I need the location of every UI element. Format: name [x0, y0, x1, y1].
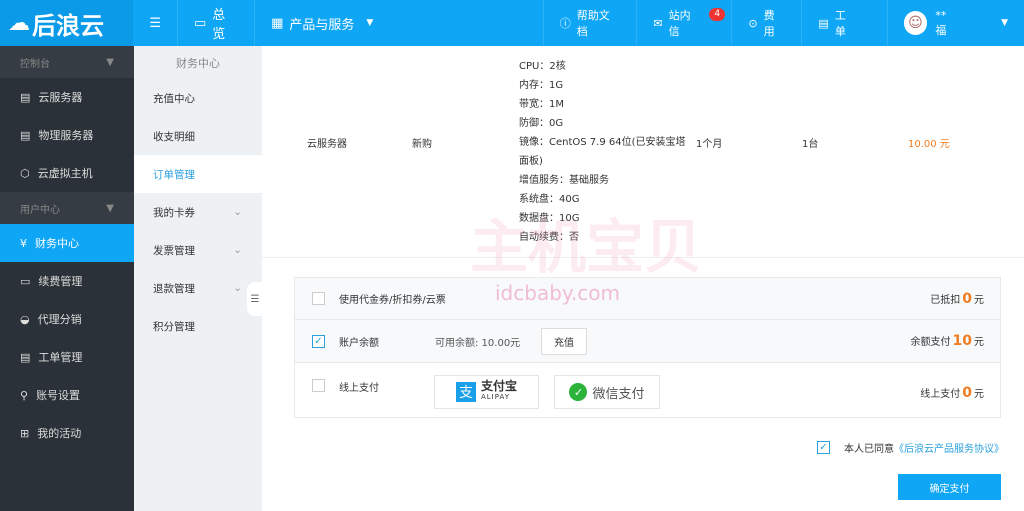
- chevron-down-icon: ⌄: [233, 282, 242, 294]
- finance-submenu: 财务中心 充值中心 收支明细 订单管理 我的卡券 ⌄ 发票管理 ⌄ 退款管理 ⌄ 积分…: [134, 46, 262, 511]
- sidebar-item-tickets[interactable]: ▤ 工单管理: [0, 338, 134, 376]
- balance-checkbox[interactable]: ✓: [312, 334, 325, 348]
- wechat-icon: ✓: [569, 383, 588, 401]
- chevron-down-icon: ⌄: [233, 244, 242, 256]
- caret-down-icon: ▼: [366, 18, 374, 28]
- balance-row: ✓ 账户余额 可用余额: 10.00元 充值 余额支付 10 元: [295, 320, 1000, 363]
- submenu-title: 财务中心: [176, 56, 220, 70]
- nav-tickets[interactable]: ▤ 工单: [802, 0, 888, 46]
- submenu-invoices[interactable]: 发票管理 ⌄: [134, 231, 262, 269]
- top-header: ☁ 后浪云 ☰ ▭ 总览 ▦ 产品与服务 ▼ ⓘ 帮助文档 ✉ 站内信 4 ⊙ 费用 ▤ 工单 ☺…: [0, 0, 1024, 46]
- yen-icon: ¥: [20, 236, 27, 250]
- help-icon: ⓘ: [559, 17, 571, 30]
- recharge-button[interactable]: 充值: [541, 327, 587, 355]
- logo[interactable]: ☁ 后浪云: [0, 0, 134, 46]
- cube-icon: ⬡: [20, 166, 30, 180]
- submenu-orders[interactable]: 订单管理: [134, 155, 262, 193]
- caret-down-icon: ▼: [106, 56, 114, 68]
- monitor-icon: ▭: [194, 15, 207, 31]
- coin-icon: ⊙: [748, 16, 758, 30]
- server-icon: ▤: [20, 90, 31, 104]
- wechat-pay-button[interactable]: ✓ 微信支付: [554, 375, 660, 409]
- order-row: 云服务器 新购 CPU：2核 内存：1G 带宽：1M 防御：0G 镜像：Cent…: [262, 50, 1024, 258]
- document-icon: ▤: [20, 350, 31, 364]
- alipay-icon: 支: [455, 382, 476, 402]
- menu-icon: ☰: [149, 15, 161, 31]
- agreement-checkbox[interactable]: ✓: [817, 441, 830, 454]
- spec-list: CPU：2核 内存：1G 带宽：1M 防御：0G 镜像：CentOS 7.9 6…: [519, 61, 686, 243]
- agreement-link[interactable]: 《后浪云产品服务协议》: [894, 440, 1004, 455]
- submenu-recharge[interactable]: 充值中心: [134, 79, 262, 117]
- balance-pay-amount: 余额支付 10 元: [910, 333, 984, 349]
- alipay-button[interactable]: 支支付宝 ALIPAY: [434, 375, 539, 409]
- sidebar-item-finance[interactable]: ¥ 财务中心: [0, 224, 134, 262]
- sidebar-item-account[interactable]: ⚲ 账号设置: [0, 376, 134, 414]
- caret-down-icon: ▼: [1001, 18, 1008, 28]
- ticket-icon: ▤: [818, 16, 829, 30]
- bowl-icon: ◒: [20, 312, 30, 326]
- menu-toggle-button[interactable]: ☰: [133, 0, 178, 46]
- sidebar-item-agent[interactable]: ◒ 代理分销: [0, 300, 134, 338]
- product-name: 云服务器: [307, 139, 347, 150]
- submenu-coupons[interactable]: 我的卡券 ⌄: [134, 193, 262, 231]
- user-icon: ⚲: [20, 388, 29, 402]
- coupon-deducted: 已抵扣 0 元: [930, 290, 984, 307]
- card-icon: ▭: [20, 274, 31, 288]
- coupon-row: 使用代金券/折扣券/云票 已抵扣 0 元: [295, 278, 1000, 320]
- online-row: 线上支付 支支付宝 ALIPAY ✓ 微信支付 线上支付 0 元: [295, 363, 1000, 417]
- message-count-badge: 4: [709, 8, 726, 21]
- nav-overview[interactable]: ▭ 总览: [178, 0, 256, 46]
- gift-icon: ⊞: [20, 426, 30, 440]
- sidebar-group-console[interactable]: 控制台 ▼: [0, 46, 134, 78]
- quantity: 1台: [802, 139, 819, 150]
- coupon-checkbox[interactable]: [312, 292, 325, 305]
- confirm-pay-button[interactable]: 确定支付: [898, 474, 1001, 500]
- cloud-logo-icon: ☁: [8, 10, 30, 36]
- submenu-points[interactable]: 积分管理: [134, 307, 262, 345]
- online-pay-amount: 线上支付 0 元: [920, 385, 984, 401]
- order-type: 新购: [412, 139, 432, 150]
- sidebar-item-virtual-host[interactable]: ⬡ 云虚拟主机: [0, 154, 134, 192]
- server-rack-icon: ▤: [20, 128, 31, 142]
- collapse-submenu-button[interactable]: ☰: [247, 282, 263, 316]
- nav-fees[interactable]: ⊙ 费用: [732, 0, 803, 46]
- online-checkbox[interactable]: [312, 379, 325, 392]
- sidebar-item-activities[interactable]: ⊞ 我的活动: [0, 414, 134, 452]
- nav-products[interactable]: ▦ 产品与服务 ▼: [255, 0, 544, 46]
- sidebar-item-cloud-server[interactable]: ▤ 云服务器: [0, 78, 134, 116]
- mail-icon: ✉: [653, 16, 663, 30]
- caret-down-icon: ▼: [106, 202, 114, 214]
- user-menu[interactable]: ☺ **福 ▼: [888, 0, 1024, 46]
- submenu-transactions[interactable]: 收支明细: [134, 117, 262, 155]
- price: 10.00 元: [908, 139, 950, 150]
- payment-options: 使用代金券/折扣券/云票 已抵扣 0 元 ✓ 账户余额 可用余额: 10.00元 充…: [294, 277, 1001, 418]
- sidebar: 控制台 ▼ ▤ 云服务器 ▤ 物理服务器 ⬡ 云虚拟主机 用户中心 ▼ ¥ 财务中心 ▭ 续费…: [0, 46, 134, 511]
- duration: 1个月: [696, 139, 723, 150]
- sidebar-item-renewal[interactable]: ▭ 续费管理: [0, 262, 134, 300]
- chevron-down-icon: ⌄: [233, 206, 242, 218]
- grid-icon: ▦: [271, 15, 284, 31]
- agreement: ✓ 本人已同意 《后浪云产品服务协议》: [817, 440, 1004, 455]
- submenu-refunds[interactable]: 退款管理 ⌄: [134, 269, 262, 307]
- sidebar-item-physical-server[interactable]: ▤ 物理服务器: [0, 116, 134, 154]
- avatar: ☺: [903, 11, 928, 35]
- menu-icon: ☰: [250, 293, 260, 305]
- sidebar-group-user-center[interactable]: 用户中心 ▼: [0, 192, 134, 224]
